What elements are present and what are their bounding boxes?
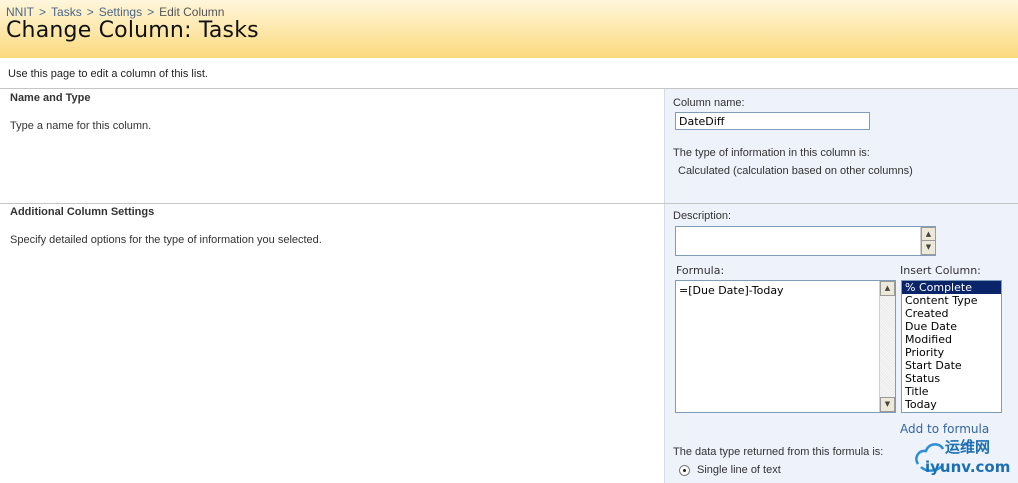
breadcrumb-separator: >	[147, 5, 155, 19]
single-line-radio-label: Single line of text	[697, 464, 781, 476]
watermark-text-cn: 运维网	[945, 438, 991, 456]
section-divider	[0, 203, 1018, 204]
page-header: NNIT > Tasks > Settings > Edit Column Change C…	[0, 0, 1018, 58]
listbox-option[interactable]: Start Date	[902, 359, 1001, 372]
intro-text: Use this page to edit a column of this l…	[8, 68, 208, 80]
column-name-label: Column name:	[673, 97, 745, 109]
formula-label: Formula:	[676, 264, 725, 277]
breadcrumb-separator: >	[86, 5, 94, 19]
watermark-logo: 运维网 iyunv.com	[912, 434, 1016, 480]
formula-text: =[Due Date]-Today	[679, 284, 784, 297]
breadcrumb: NNIT > Tasks > Settings > Edit Column	[6, 5, 224, 19]
listbox-option[interactable]: % Complete	[902, 281, 1001, 294]
listbox-option[interactable]: Due Date	[902, 320, 1001, 333]
section-desc-name-type: Type a name for this column.	[10, 120, 152, 132]
formula-textarea[interactable]: =[Due Date]-Today ▲ ▼	[675, 280, 896, 413]
section-title-additional: Additional Column Settings	[10, 206, 155, 218]
breadcrumb-current: Edit Column	[159, 5, 225, 19]
scroll-down-icon[interactable]: ▼	[880, 397, 895, 412]
insert-column-listbox[interactable]: % Complete Content Type Created Due Date…	[901, 280, 1002, 413]
section-title-name-type: Name and Type	[10, 92, 91, 104]
scroll-down-icon[interactable]: ▼	[921, 240, 936, 255]
single-line-radio[interactable]	[679, 465, 690, 476]
listbox-option[interactable]: Title	[902, 385, 1001, 398]
listbox-option[interactable]: Status	[902, 372, 1001, 385]
scroll-up-icon[interactable]: ▲	[880, 281, 895, 296]
type-info-value: Calculated (calculation based on other c…	[678, 165, 913, 177]
return-type-label: The data type returned from this formula…	[673, 446, 884, 458]
description-scrollbar[interactable]: ▲ ▼	[920, 227, 936, 255]
type-info-label: The type of information in this column i…	[673, 147, 870, 159]
section-desc-additional: Specify detailed options for the type of…	[10, 234, 322, 246]
breadcrumb-link-settings[interactable]: Settings	[99, 5, 142, 19]
description-label: Description:	[673, 210, 732, 222]
listbox-option[interactable]: Today	[902, 398, 1001, 411]
listbox-option[interactable]: Priority	[902, 346, 1001, 359]
listbox-option[interactable]: Modified	[902, 333, 1001, 346]
formula-scrollbar[interactable]: ▲ ▼	[879, 281, 895, 412]
description-textarea[interactable]: ▲ ▼	[675, 226, 936, 256]
page-title: Change Column: Tasks	[6, 18, 259, 43]
column-name-input[interactable]: DateDiff	[675, 112, 870, 130]
breadcrumb-link-tasks[interactable]: Tasks	[51, 5, 82, 19]
listbox-option[interactable]: Created	[902, 307, 1001, 320]
breadcrumb-link-nnit[interactable]: NNIT	[6, 5, 34, 19]
insert-column-label: Insert Column:	[900, 264, 981, 277]
breadcrumb-separator: >	[39, 5, 47, 19]
watermark-text-site: iyunv.com	[925, 458, 1011, 476]
listbox-option[interactable]: Content Type	[902, 294, 1001, 307]
